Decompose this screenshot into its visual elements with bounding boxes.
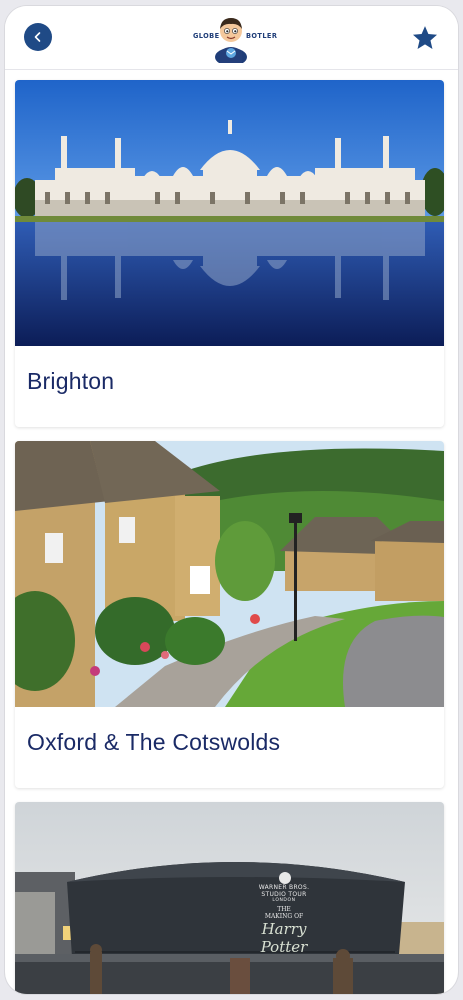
destination-card-studio-tour[interactable]: WARNER BROS. STUDIO TOUR LONDON THE MAKI… [15,802,444,994]
destination-card-brighton[interactable]: Brighton [15,80,444,427]
studio-tour-sign: WARNER BROS. STUDIO TOUR LONDON THE MAKI… [239,884,329,956]
sign-line-6: Harry Potter [260,920,308,956]
logo-text-botler: BOTLER [246,32,278,40]
destination-card-oxford-cotswolds[interactable]: Oxford & The Cotswolds [15,441,444,788]
sign-line-1: WARNER BROS. [258,884,310,891]
card-title: Oxford & The Cotswolds [27,729,281,755]
app-screen: GLOBE BOTLER Brighton Oxford & The Cotsw… [5,6,458,994]
globe-botler-logo[interactable]: GLOBE BOTLER [191,13,277,65]
sign-line-4: THE [277,906,291,913]
back-button[interactable] [24,23,52,51]
sign-line-2: STUDIO TOUR [261,891,307,898]
sign-line-3: LONDON [272,898,296,903]
favorite-button[interactable] [411,24,439,52]
star-icon [412,26,438,49]
studio-tour-image [15,802,444,994]
cotswolds-village-image [15,441,444,707]
top-navigation-bar: GLOBE BOTLER [5,6,458,70]
botler-mascot-icon [215,18,247,63]
back-arrow-icon [34,32,41,42]
sign-line-5: MAKING OF [264,913,304,920]
card-title: Brighton [27,368,115,394]
brighton-pavilion-image [15,80,444,346]
